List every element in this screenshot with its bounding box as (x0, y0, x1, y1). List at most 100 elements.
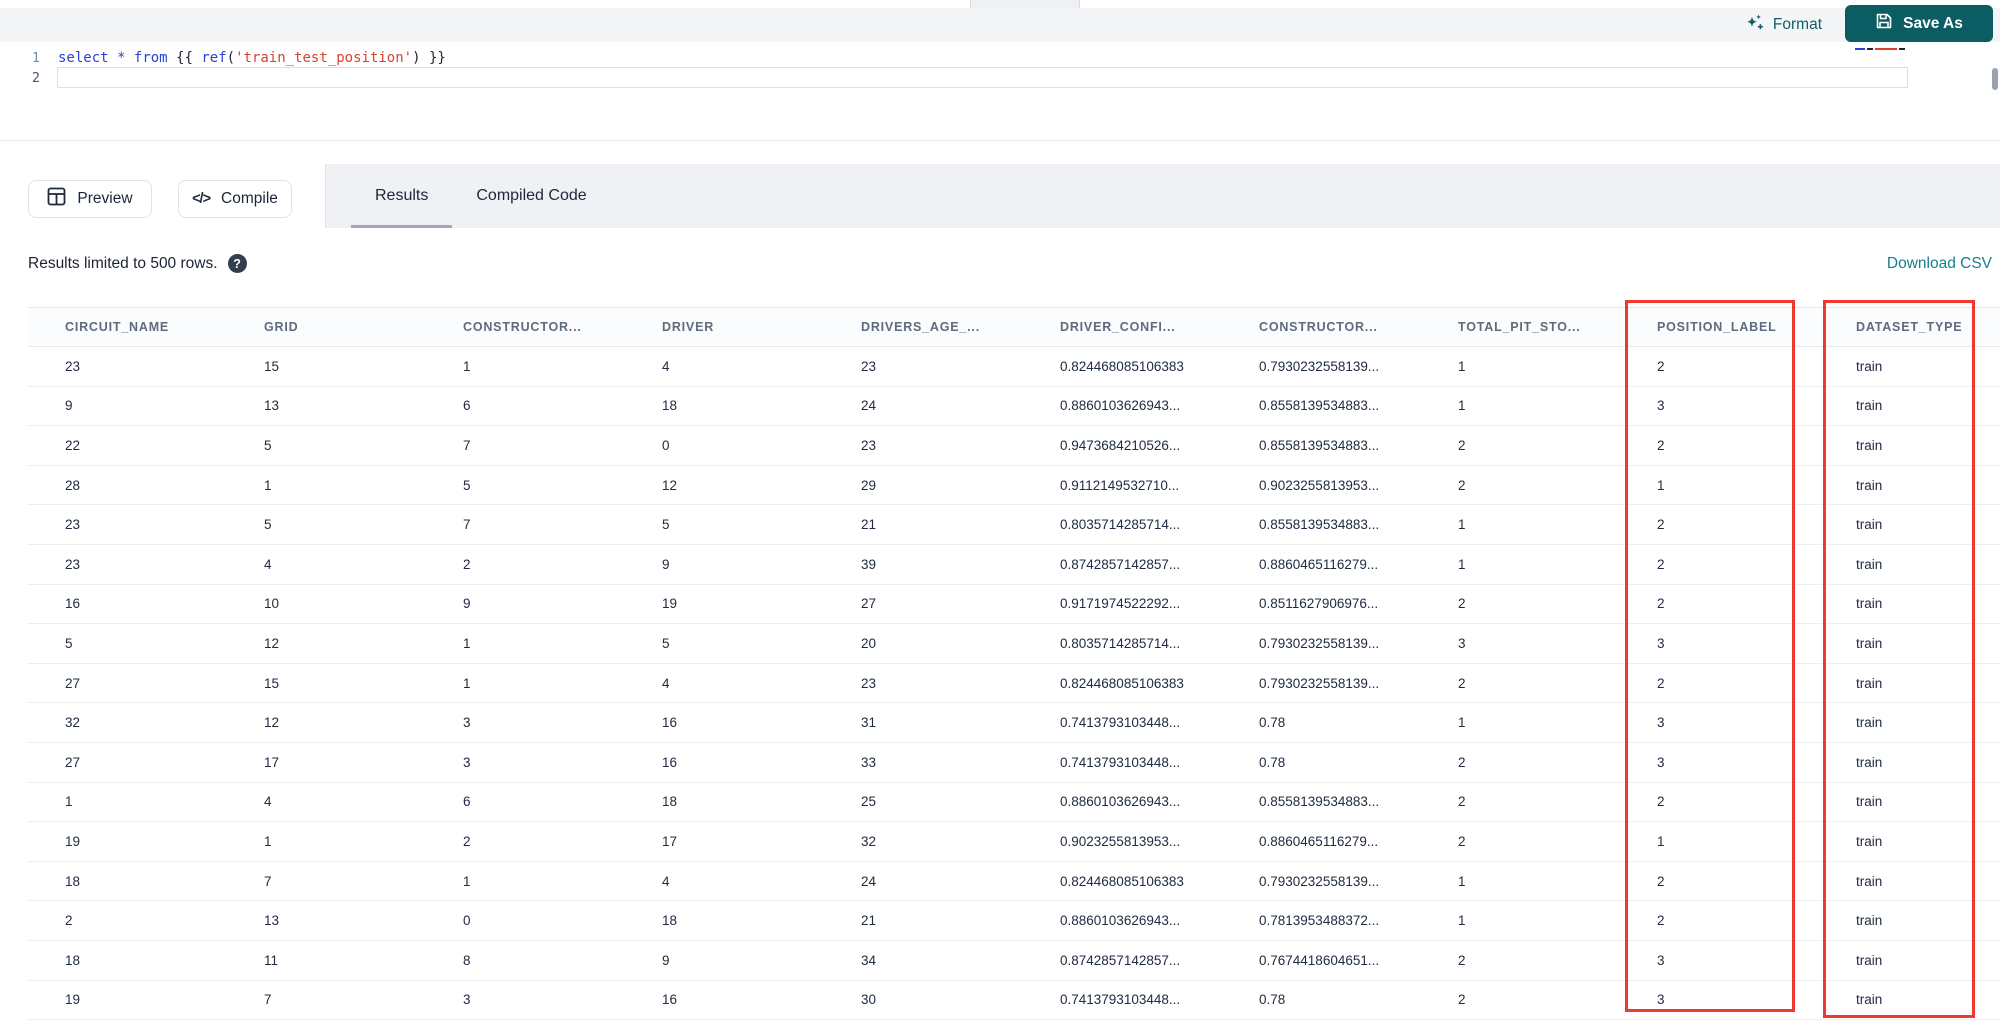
table-cell: 2 (1458, 477, 1466, 493)
table-cell: 0.7930232558139... (1259, 358, 1380, 374)
table-cell: 3 (1657, 635, 1665, 651)
table-cell: 2 (65, 913, 73, 929)
table-cell: 23 (65, 556, 81, 572)
table-cell: 0.8558139534883... (1259, 398, 1380, 414)
table-cell: 39 (861, 556, 877, 572)
table-cell: 0.9023255813953... (1060, 833, 1181, 849)
table-cell: 0.78 (1259, 715, 1286, 731)
table-cell: 2 (1458, 952, 1466, 968)
format-button[interactable]: Format (1743, 11, 1822, 39)
inactive-file-tab[interactable] (970, 0, 1080, 8)
table-cell: 0.8035714285714... (1060, 635, 1181, 651)
code-token: select (58, 50, 109, 66)
table-cell: 1 (1458, 398, 1466, 414)
table-cell: 0.8860103626943... (1060, 794, 1181, 810)
column-header: TOTAL_PIT_STO... (1458, 320, 1581, 334)
compile-button[interactable]: </> Compile (178, 180, 292, 218)
table-cell: 0.8035714285714... (1060, 517, 1181, 533)
sql-code-editor[interactable]: 1 2 select * from {{ ref('train_test_pos… (0, 42, 2000, 141)
table-cell: 13 (264, 913, 280, 929)
table-cell: train (1856, 913, 1883, 929)
column-header: CONSTRUCTOR... (1259, 320, 1378, 334)
table-cell: 0.8558139534883... (1259, 437, 1380, 453)
table-cell: 16 (65, 596, 81, 612)
table-cell: 25 (861, 794, 877, 810)
table-cell: 15 (264, 358, 280, 374)
table-cell: 0.78 (1259, 992, 1286, 1008)
table-cell: train (1856, 596, 1883, 612)
table-cell: 2 (1657, 675, 1665, 691)
editor-minimap[interactable] (1855, 46, 1911, 52)
table-cell: 1 (1458, 556, 1466, 572)
table-cell: 0.8742857142857... (1060, 952, 1181, 968)
tab-results[interactable]: Results (351, 164, 452, 228)
table-cell: 7 (463, 437, 471, 453)
table-row: 22 5 7 0 23 0.9473684210526... 0.8558139534883… (28, 426, 2000, 466)
table-cell: 27 (861, 596, 877, 612)
file-tab-bar (0, 0, 2000, 8)
table-cell: 0.8558139534883... (1259, 794, 1380, 810)
table-cell: 13 (264, 398, 280, 414)
table-cell: train (1856, 794, 1883, 810)
table-row: 5 12 1 5 20 0.8035714285714... 0.7930232558139… (28, 624, 2000, 664)
table-row: 23 15 1 4 23 0.824468085106383 0.7930232558139… (28, 347, 2000, 387)
table-cell: 2 (1657, 873, 1665, 889)
table-cell: 19 (65, 833, 81, 849)
table-cell: 0.7413793103448... (1060, 754, 1181, 770)
table-cell: 0 (662, 437, 670, 453)
table-cell: 0.8860465116279... (1259, 833, 1379, 849)
table-body: 23 15 1 4 23 0.824468085106383 0.7930232558139… (28, 347, 2000, 1020)
table-cell: 1 (463, 358, 471, 374)
table-cell: train (1856, 437, 1883, 453)
table-cell: 3 (463, 992, 471, 1008)
table-cell: 19 (65, 992, 81, 1008)
results-limit-text: Results limited to 500 rows. ? (28, 254, 247, 273)
table-cell: train (1856, 477, 1883, 493)
table-cell: 2 (1657, 517, 1665, 533)
table-cell: 3 (1458, 635, 1466, 651)
table-cell: 5 (463, 477, 471, 493)
table-cell: 32 (861, 833, 877, 849)
table-cell: train (1856, 517, 1883, 533)
table-cell: 5 (264, 437, 272, 453)
download-csv-link[interactable]: Download CSV (1887, 255, 1992, 273)
table-cell: 12 (662, 477, 678, 493)
table-cell: train (1856, 952, 1883, 968)
preview-button[interactable]: Preview (28, 180, 152, 218)
table-row: 1 4 6 18 25 0.8860103626943... 0.8558139534883… (28, 783, 2000, 823)
code-token: from (133, 50, 168, 66)
help-icon[interactable]: ? (227, 254, 247, 273)
results-info-bar: Results limited to 500 rows. ? Download … (0, 228, 2000, 307)
table-cell: train (1856, 358, 1883, 374)
editor-scrollbar-thumb[interactable] (1992, 68, 1998, 90)
editor-toolbar: Format Save As (0, 5, 2000, 42)
table-cell: 12 (264, 715, 280, 731)
table-cell: 16 (662, 715, 678, 731)
table-cell: 12 (264, 635, 280, 651)
table-cell: 0.9112149532710... (1060, 477, 1180, 493)
save-as-button[interactable]: Save As (1845, 5, 1993, 42)
tab-compiled-code[interactable]: Compiled Code (452, 164, 610, 228)
table-cell: 0.8742857142857... (1060, 556, 1181, 572)
table-cell: 1 (1458, 358, 1466, 374)
table-cell: 0.7674418604651... (1259, 952, 1380, 968)
column-header: GRID (264, 320, 299, 334)
table-cell: 2 (1458, 992, 1466, 1008)
table-cell: 23 (861, 675, 877, 691)
code-token: ) (412, 50, 421, 66)
table-cell: 0.9171974522292... (1060, 596, 1181, 612)
table-cell: 22 (65, 437, 81, 453)
table-cell: 1 (1657, 833, 1665, 849)
code-token: }} (428, 50, 446, 66)
active-line-highlight (57, 67, 1908, 88)
table-cell: 1 (264, 833, 272, 849)
table-cell: 1 (1458, 873, 1466, 889)
table-cell: train (1856, 675, 1883, 691)
sparkles-icon (1743, 12, 1764, 38)
table-cell: 27 (65, 675, 81, 691)
table-cell: train (1856, 992, 1883, 1008)
column-header: DRIVER (662, 320, 715, 334)
table-cell: 4 (662, 873, 670, 889)
table-cell: 0.7413793103448... (1060, 992, 1181, 1008)
